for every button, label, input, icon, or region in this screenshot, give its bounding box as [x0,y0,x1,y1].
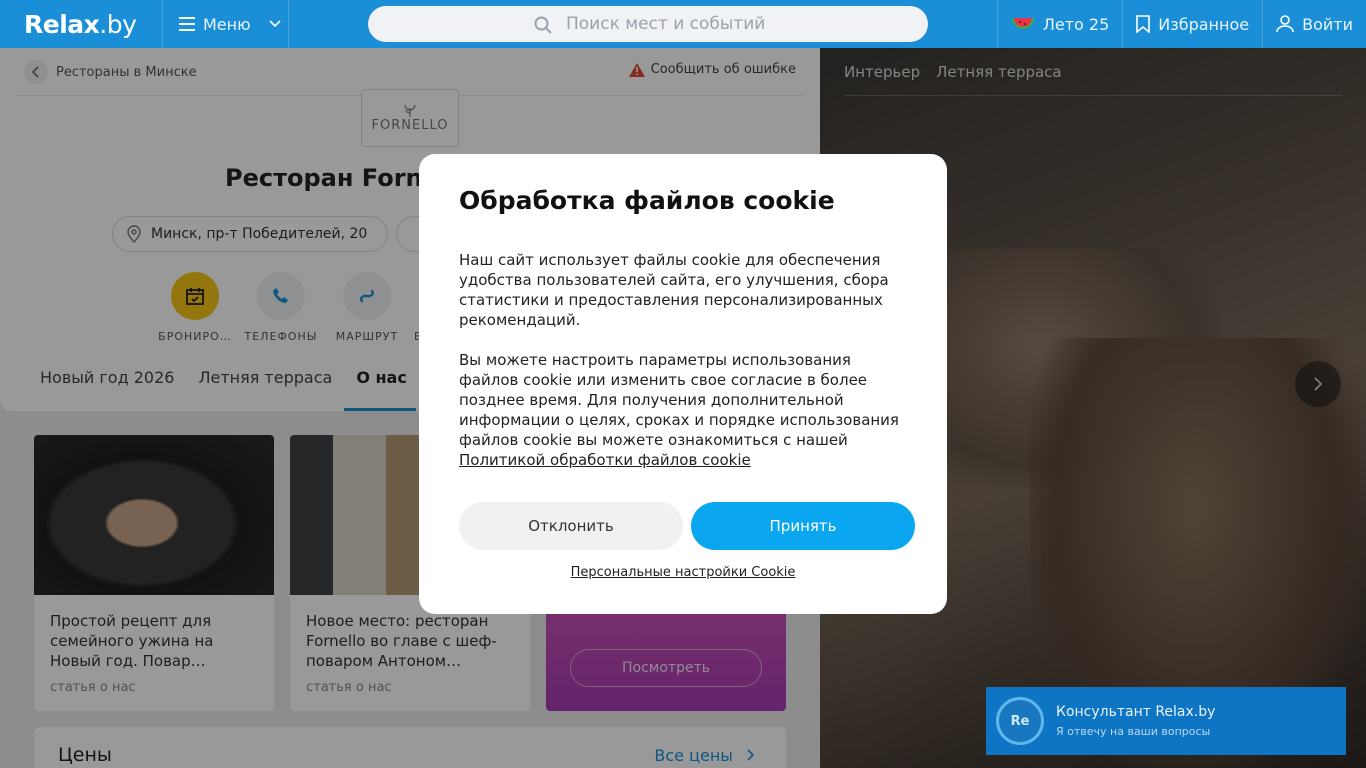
page: Relax .by Меню Поиск мест и событий Лето … [0,0,1366,768]
menu-button[interactable]: Меню [163,0,289,48]
consultant-subtitle: Я отвечу на ваши вопросы [1056,725,1211,738]
hamburger-icon [179,17,195,31]
search-placeholder: Поиск мест и событий [566,14,766,34]
summer-label: Лето 25 [1042,14,1110,34]
watermelon-icon [1011,18,1034,29]
accept-button[interactable]: Принять [691,502,915,550]
summer-link[interactable]: Лето 25 [996,0,1122,48]
chevron-down-icon [269,20,281,28]
login-label: Войти [1302,14,1353,34]
consultant-widget[interactable]: Re Консультант Relax.by Я отвечу на ваши… [986,687,1346,755]
header-actions: Лето 25 Избранное Войти [996,0,1366,48]
cookie-text-2-block: Вы можете настроить параметры использова… [459,350,909,470]
favorites-link[interactable]: Избранное [1122,0,1262,48]
menu-label: Меню [203,14,251,34]
cookie-dialog: Обработка файлов cookie Наш сайт использ… [419,154,947,614]
consultant-text: Консультант Relax.by Я отвечу на ваши во… [1056,704,1215,738]
consultant-name: Консультант Relax.by [1056,704,1216,720]
logo-main: Relax [24,9,100,39]
cookie-text-1: Наш сайт использует файлы cookie для обе… [459,251,889,329]
bookmark-icon [1136,15,1151,33]
user-icon [1276,15,1294,33]
search-input[interactable]: Поиск мест и событий [368,6,928,42]
login-link[interactable]: Войти [1262,0,1366,48]
logo-suffix: .by [99,9,137,39]
cookie-title: Обработка файлов cookie [459,186,835,215]
search-icon [534,16,552,34]
cookie-policy-link[interactable]: Политикой обработки файлов cookie [459,451,751,469]
cookie-settings-link[interactable]: Персональные настройки Cookie [419,565,947,580]
consultant-avatar: Re [996,697,1044,745]
decline-button[interactable]: Отклонить [459,502,683,550]
cookie-text-2: Вы можете настроить параметры использова… [459,351,899,449]
site-logo[interactable]: Relax .by [0,0,163,48]
top-header: Relax .by Меню Поиск мест и событий Лето … [0,0,1366,48]
favorites-label: Избранное [1158,14,1250,34]
